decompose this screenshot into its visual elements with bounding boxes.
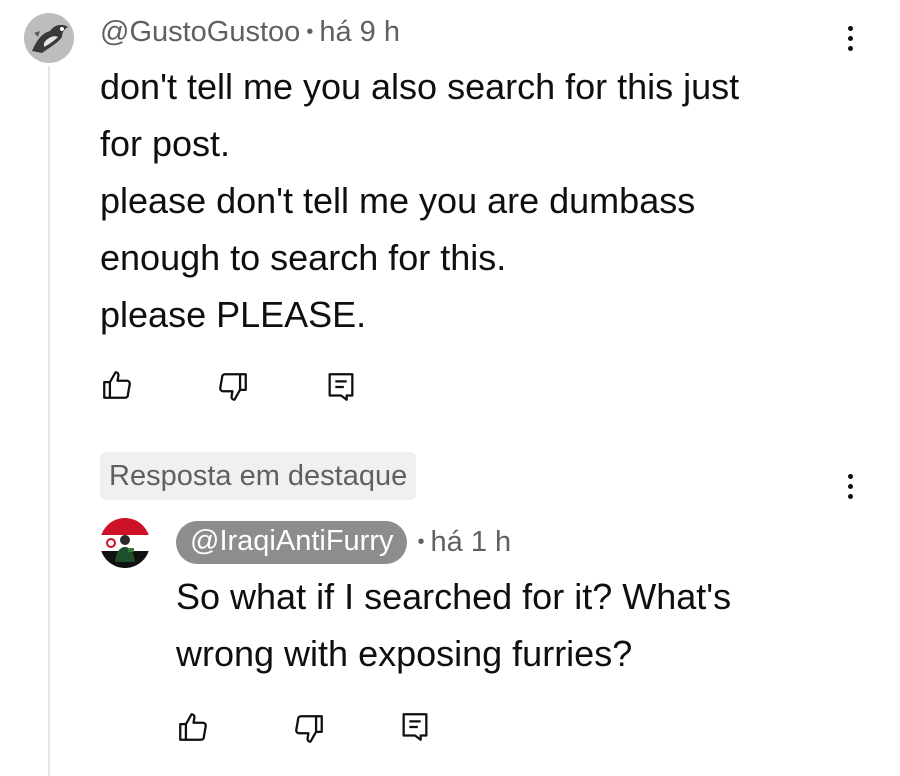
like-icon[interactable] [100, 368, 134, 402]
separator-dot: • [306, 21, 314, 43]
dislike-icon[interactable] [216, 370, 250, 404]
avatar-bird-image [24, 13, 74, 63]
commenter-avatar[interactable] [24, 13, 74, 63]
comment-timestamp[interactable]: há 9 h [319, 16, 400, 49]
highlighted-reply-badge: Resposta em destaque [100, 452, 417, 500]
reply-body: So what if I searched for it? What's wro… [176, 568, 731, 682]
comment-meta: @GustoGustoo • há 9 h [100, 16, 400, 49]
reply-icon[interactable] [398, 710, 432, 744]
comment-line: please don't tell me you are dumbass [100, 180, 696, 221]
more-vert-icon[interactable] [840, 18, 860, 58]
more-vert-icon[interactable] [840, 466, 860, 506]
separator-dot: • [417, 531, 425, 553]
avatar-flag-person-image [100, 518, 150, 568]
dislike-icon[interactable] [292, 712, 326, 746]
thread-line [48, 66, 50, 776]
comment-author-handle[interactable]: @GustoGustoo [100, 16, 300, 49]
reply-meta: @IraqiAntiFurry • há 1 h [176, 521, 511, 564]
comment-line: for post. [100, 123, 231, 164]
comment-line: enough to search for this. [100, 237, 507, 278]
reply-line: wrong with exposing furries? [176, 633, 633, 674]
comment-line: please PLEASE. [100, 294, 367, 335]
reply-author-avatar[interactable] [100, 518, 150, 568]
reply-author-handle[interactable]: @IraqiAntiFurry [176, 521, 408, 564]
reply-line: So what if I searched for it? What's [176, 576, 732, 617]
comment-body: don't tell me you also search for this j… [100, 58, 739, 343]
reply-icon[interactable] [324, 370, 358, 404]
comment-line: don't tell me you also search for this j… [100, 66, 740, 107]
like-icon[interactable] [176, 710, 210, 744]
reply-timestamp[interactable]: há 1 h [431, 526, 512, 559]
